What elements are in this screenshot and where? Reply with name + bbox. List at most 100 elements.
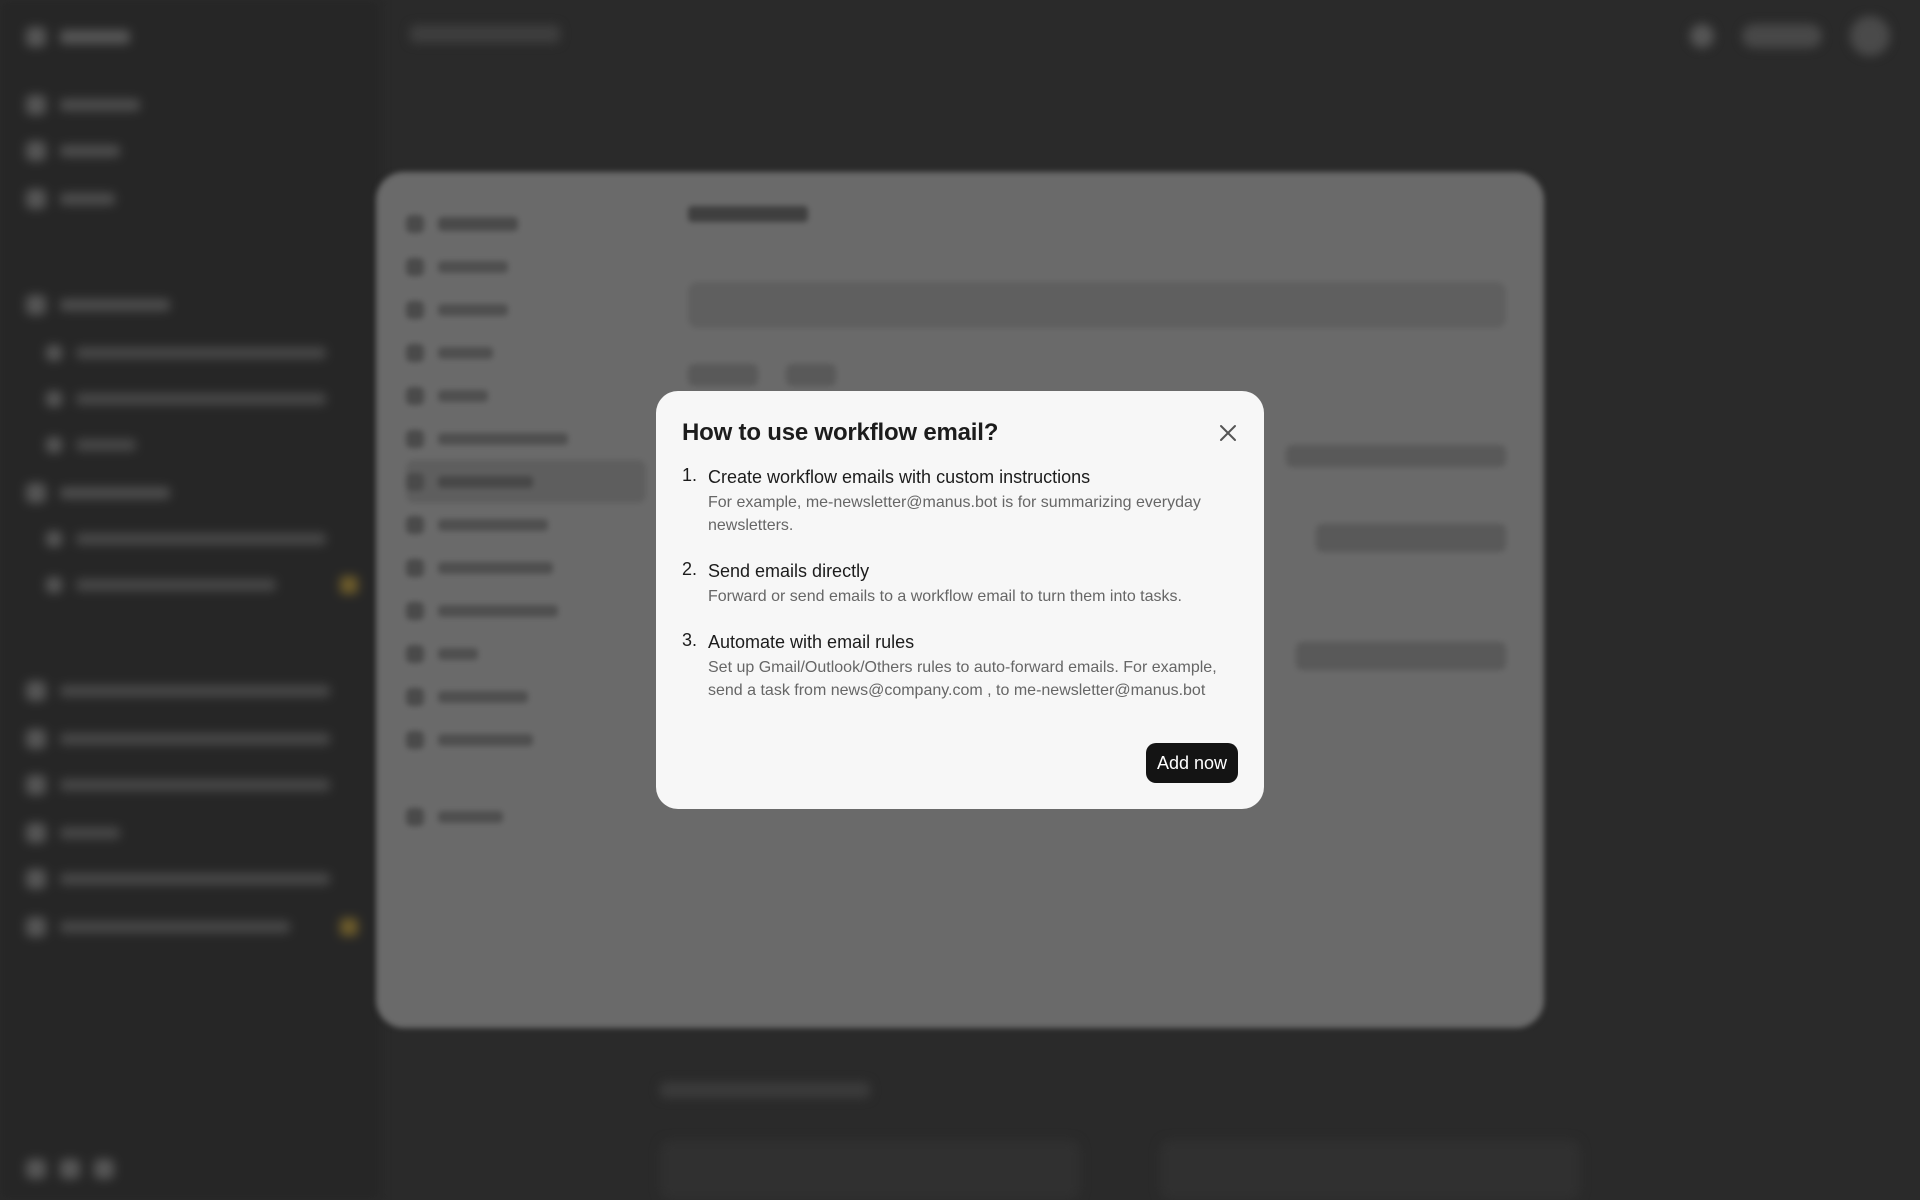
sidebar-item[interactable] — [26, 136, 120, 166]
help-icon — [406, 807, 424, 826]
settings-nav-item[interactable] — [406, 546, 646, 589]
settings-nav-item[interactable] — [406, 245, 646, 288]
task-icon — [26, 681, 46, 701]
logo-placeholder — [60, 30, 130, 44]
user-icon — [406, 257, 424, 276]
sidebar-item[interactable] — [46, 524, 326, 554]
settings-nav-item[interactable] — [406, 632, 646, 675]
sidebar-item[interactable] — [46, 570, 276, 600]
settings-nav-item[interactable] — [406, 675, 646, 718]
close-icon-glyph — [1220, 425, 1236, 441]
task-icon — [26, 917, 46, 937]
gear-icon — [406, 300, 424, 319]
status-badge — [340, 918, 358, 936]
task-icon — [26, 775, 46, 795]
step-description: For example, me-newsletter@manus.bot is … — [708, 494, 1201, 534]
settings-nav-item[interactable] — [406, 202, 646, 245]
settings-button[interactable] — [1296, 642, 1506, 670]
connector-icon — [406, 687, 424, 706]
settings-nav-item[interactable] — [406, 374, 646, 417]
person-icon — [406, 601, 424, 620]
settings-icon[interactable] — [26, 1159, 46, 1179]
step-description: Forward or send emails to a workflow ema… — [708, 588, 1182, 605]
task-icon — [46, 345, 62, 361]
task-icon — [46, 577, 62, 593]
integration-icon — [406, 730, 424, 749]
task-icon — [46, 531, 62, 547]
sidebar-footer — [26, 1154, 114, 1184]
nav-icon — [26, 141, 46, 161]
sidebar-item[interactable] — [26, 478, 170, 508]
settings-nav-item[interactable] — [406, 288, 646, 331]
step-number: 1. — [682, 465, 698, 485]
settings-nav-item[interactable] — [406, 331, 646, 374]
notification-icon[interactable] — [1690, 24, 1714, 48]
step-item: 1. Create workflow emails with custom in… — [682, 465, 1238, 537]
card[interactable] — [660, 1140, 1080, 1200]
credits-pill[interactable] — [1742, 24, 1822, 48]
settings-button[interactable] — [1316, 524, 1506, 552]
settings-nav-item[interactable] — [406, 718, 646, 761]
task-icon — [26, 823, 46, 843]
settings-nav — [406, 202, 646, 838]
sidebar-item[interactable] — [46, 338, 326, 368]
settings-banner — [688, 282, 1506, 328]
settings-nav-item[interactable] — [406, 417, 646, 460]
step-item: 3. Automate with email rules Set up Gmai… — [682, 630, 1238, 702]
mail-icon — [406, 472, 424, 491]
card[interactable] — [1160, 1140, 1580, 1200]
avatar[interactable] — [1850, 16, 1890, 56]
logo-icon — [26, 27, 46, 47]
sidebar-item[interactable] — [26, 184, 115, 214]
section-heading — [660, 1078, 870, 1104]
task-icon — [46, 391, 62, 407]
step-title: Send emails directly — [708, 561, 870, 581]
close-icon[interactable] — [1216, 421, 1240, 445]
sidebar-item[interactable] — [46, 384, 326, 414]
step-body: Create workflow emails with custom instr… — [708, 465, 1238, 537]
settings-tab[interactable] — [688, 364, 758, 386]
settings-section-title — [688, 202, 808, 228]
main-header — [410, 22, 560, 50]
sidebar-item[interactable] — [26, 290, 170, 320]
card-icon — [406, 386, 424, 405]
chart-icon — [406, 343, 424, 362]
settings-nav-item[interactable] — [406, 503, 646, 546]
sidebar-item[interactable] — [26, 724, 330, 754]
calendar-icon — [406, 429, 424, 448]
workflow-email-help-modal: How to use workflow email? 1. Create wor… — [656, 391, 1264, 809]
grid-icon[interactable] — [60, 1159, 80, 1179]
step-description: Set up Gmail/Outlook/Others rules to aut… — [708, 659, 1217, 699]
modal-title: How to use workflow email? — [682, 419, 999, 446]
sidebar-item[interactable] — [26, 676, 330, 706]
sidebar-item[interactable] — [26, 770, 330, 800]
logo-icon — [406, 214, 424, 233]
sidebar-item[interactable] — [26, 912, 290, 942]
phone-icon[interactable] — [94, 1159, 114, 1179]
sidebar-logo — [26, 22, 130, 52]
top-right-controls — [1690, 16, 1890, 56]
task-icon — [46, 437, 62, 453]
nav-icon — [26, 95, 46, 115]
task-icon — [26, 869, 46, 889]
sidebar-item[interactable] — [26, 864, 330, 894]
database-icon — [406, 515, 424, 534]
sidebar-item[interactable] — [46, 430, 136, 460]
steps-list: 1. Create workflow emails with custom in… — [682, 465, 1238, 702]
settings-tab[interactable] — [786, 364, 836, 386]
step-number: 3. — [682, 630, 698, 650]
skills-icon — [406, 644, 424, 663]
task-icon — [26, 729, 46, 749]
step-title: Automate with email rules — [708, 632, 915, 652]
step-body: Send emails directly Forward or send ema… — [708, 559, 1238, 608]
settings-nav-item[interactable] — [406, 795, 646, 838]
sidebar-item[interactable] — [26, 90, 140, 120]
sidebar-item[interactable] — [26, 818, 120, 848]
settings-field — [1286, 445, 1506, 467]
folder-icon — [26, 295, 46, 315]
step-body: Automate with email rules Set up Gmail/O… — [708, 630, 1238, 702]
settings-nav-item[interactable] — [406, 589, 646, 632]
add-now-button[interactable]: Add now — [1145, 743, 1238, 783]
settings-nav-item-active[interactable] — [406, 460, 646, 503]
status-badge — [340, 576, 358, 594]
